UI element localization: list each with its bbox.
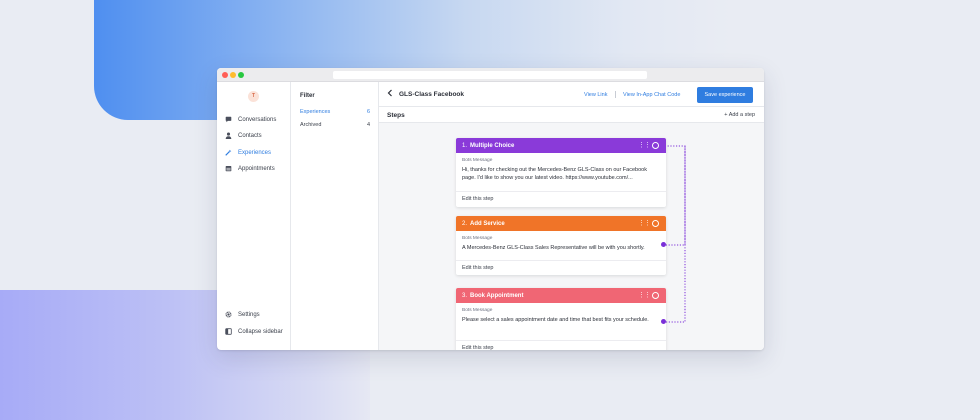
window-minimize-button[interactable] [230,72,236,78]
filter-item-experiences[interactable]: Experiences 6 [300,109,370,115]
experience-editor: GLS-Class Facebook View Link View In-App… [379,82,764,350]
app-body: T Conversations Contacts Experiences App… [217,82,764,350]
bots-message-text: Please select a sales appointment date a… [462,317,649,323]
calendar-icon [225,166,232,172]
window-close-button[interactable] [222,72,228,78]
window-titlebar [217,68,764,82]
step-card-body: Bots Message Please select a sales appoi… [456,303,666,340]
step-type: Book Appointment [470,293,524,299]
add-step-button[interactable]: + Add a step [724,112,755,118]
sidebar-item-label: Settings [238,311,260,318]
sidebar-item-settings[interactable]: Settings [225,311,260,318]
collapse-icon [225,328,232,335]
step-card-header: 3. Book Appointment ⋮⋮ [456,288,666,303]
step-number: 3. [462,293,468,299]
app-window: T Conversations Contacts Experiences App… [217,68,764,350]
app-logo: T [248,91,259,102]
sidebar: T Conversations Contacts Experiences App… [217,82,291,350]
step-card-body: Bots Message A Mercedes-Benz GLS-Class S… [456,231,666,260]
drag-handle-icon[interactable]: ⋮⋮ [638,219,651,227]
step-number: 2. [462,221,468,227]
sidebar-item-label: Conversations [238,116,277,123]
sidebar-item-label: Appointments [238,165,275,172]
gear-icon [225,311,232,318]
page-title: GLS-Class Facebook [399,91,465,98]
sidebar-item-label: Contacts [238,132,262,139]
step-card[interactable]: 1. Multiple Choice ⋮⋮ Bots Message Hi, t… [456,138,666,207]
bots-message-text: A Mercedes-Benz GLS-Class Sales Represen… [462,245,645,251]
filter-item-archived[interactable]: Archived 4 [300,122,370,128]
bots-message-label: Bots Message [462,158,493,163]
step-card-header: 2. Add Service ⋮⋮ [456,216,666,231]
filter-panel: Filter Experiences 6 Archived 4 [291,82,379,350]
sidebar-item-appointments[interactable]: Appointments [225,165,275,172]
step-connector-handle[interactable] [652,220,659,227]
sidebar-item-label: Collapse sidebar [238,328,283,335]
view-link[interactable]: View Link [584,92,607,98]
filter-item-count: 6 [366,109,370,115]
step-type: Multiple Choice [470,143,515,149]
address-bar[interactable] [333,71,647,79]
step-card-body: Bots Message Hi, thanks for checking out… [456,153,666,191]
edit-step-link[interactable]: Edit this step [456,191,666,206]
divider [615,91,616,98]
connector-dot [661,242,666,247]
connector-dot [661,319,666,324]
step-card-header: 1. Multiple Choice ⋮⋮ [456,138,666,153]
step-connector-handle[interactable] [652,142,659,149]
bots-message-text: Hi, thanks for checking out the Mercedes… [462,167,647,181]
bots-message-label: Bots Message [462,308,493,313]
edit-step-link[interactable]: Edit this step [456,340,666,350]
steps-toolbar: Steps + Add a step [379,107,764,123]
person-icon [225,132,232,139]
chevron-left-icon[interactable] [387,89,393,97]
view-in-app-chat-code-link[interactable]: View In-App Chat Code [623,92,680,98]
filter-title: Filter [300,93,315,99]
step-type: Add Service [470,221,505,227]
edit-step-link[interactable]: Edit this step [456,260,666,275]
step-card[interactable]: 2. Add Service ⋮⋮ Bots Message A Mercede… [456,216,666,275]
step-card[interactable]: 3. Book Appointment ⋮⋮ Bots Message Plea… [456,288,666,350]
sidebar-item-experiences[interactable]: Experiences [225,149,271,156]
sidebar-item-contacts[interactable]: Contacts [225,132,262,139]
filter-item-label: Experiences [300,109,331,115]
steps-heading: Steps [387,112,405,119]
step-connector-handle[interactable] [652,292,659,299]
sidebar-item-conversations[interactable]: Conversations [225,116,276,123]
sidebar-item-label: Experiences [238,149,272,156]
magic-wand-icon [225,149,232,156]
chat-bubble-icon [225,116,232,123]
filter-item-count: 4 [366,122,370,128]
window-maximize-button[interactable] [238,72,244,78]
filter-item-label: Archived [300,122,322,128]
drag-handle-icon[interactable]: ⋮⋮ [638,141,651,149]
save-experience-button[interactable]: Save experience [697,87,753,103]
step-number: 1. [462,143,468,149]
drag-handle-icon[interactable]: ⋮⋮ [638,291,651,299]
editor-header: GLS-Class Facebook View Link View In-App… [379,82,764,107]
sidebar-item-collapse[interactable]: Collapse sidebar [225,328,283,335]
bots-message-label: Bots Message [462,236,493,241]
